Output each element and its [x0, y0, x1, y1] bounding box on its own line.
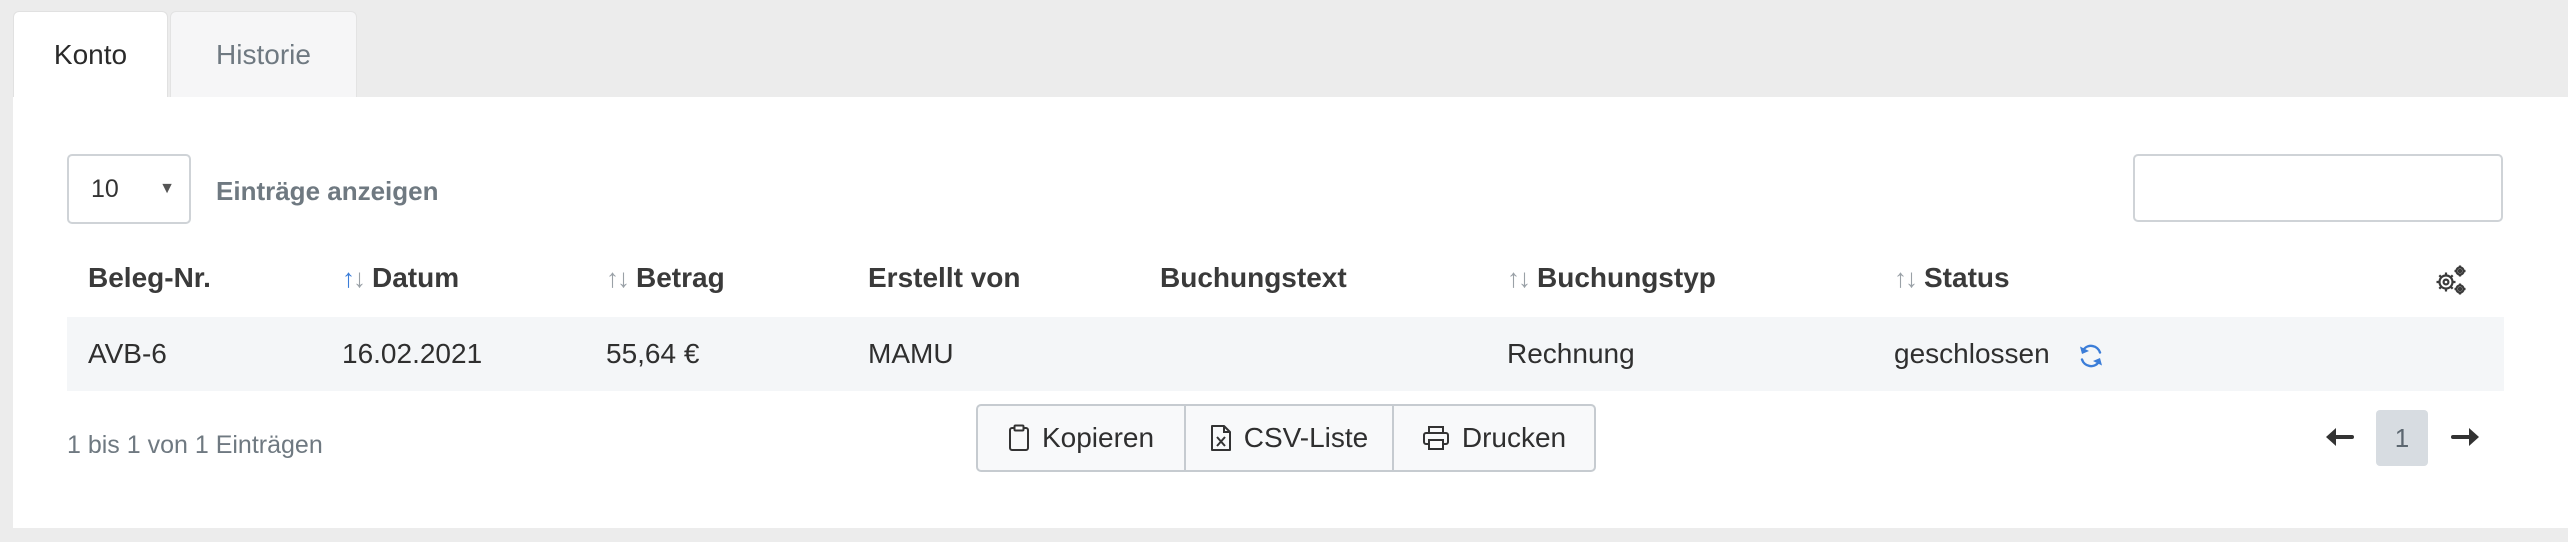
- tab-historie[interactable]: Historie: [170, 11, 357, 98]
- column-header-datum-label: Datum: [372, 262, 460, 293]
- column-header-buchungstyp-label: Buchungstyp: [1537, 262, 1716, 293]
- sort-icon: ↑ ↓: [1507, 262, 1531, 293]
- entries-length-label: Einträge anzeigen: [216, 176, 439, 206]
- column-header-beleg[interactable]: Beleg-Nr.: [88, 262, 211, 294]
- printer-icon: [1422, 426, 1449, 450]
- cell-beleg: AVB-6: [88, 338, 167, 369]
- sort-icon: ↑ ↓: [606, 262, 630, 293]
- column-header-erstellt-label: Erstellt von: [868, 262, 1021, 293]
- cell-buchungstyp: Rechnung: [1507, 338, 1635, 369]
- column-header-status-label: Status: [1924, 262, 2010, 293]
- column-settings-gear-icon[interactable]: [2433, 262, 2469, 298]
- column-header-betrag-label: Betrag: [636, 262, 725, 293]
- tab-konto-label: Konto: [53, 39, 128, 70]
- pagination-page-current[interactable]: 1: [2376, 410, 2428, 466]
- pagination-prev-arrow-icon[interactable]: [2322, 420, 2356, 454]
- tab-historie-label: Historie: [216, 39, 311, 70]
- entries-length-select[interactable]: 10 ▼: [67, 154, 191, 224]
- entries-length-value: 10: [91, 174, 119, 203]
- cell-datum: 16.02.2021: [342, 338, 483, 369]
- column-header-buchungstext[interactable]: Buchungstext: [1160, 262, 1347, 294]
- sort-icon: ↑ ↓: [1894, 262, 1918, 293]
- column-header-datum[interactable]: ↑ ↓ Datum: [342, 262, 459, 294]
- cell-erstellt: MAMU: [868, 338, 954, 369]
- column-header-betrag[interactable]: ↑ ↓ Betrag: [606, 262, 725, 294]
- clipboard-icon: [1008, 424, 1029, 451]
- sort-icon: ↑ ↓: [342, 262, 366, 293]
- cell-betrag: 55,64 €: [606, 338, 700, 369]
- print-button-label: Drucken: [1461, 422, 1567, 453]
- cell-status: geschlossen: [1894, 338, 2050, 369]
- search-input[interactable]: [2133, 154, 2503, 222]
- print-button[interactable]: Drucken: [1392, 406, 1594, 470]
- tab-konto[interactable]: Konto: [13, 11, 168, 98]
- export-button-group: Kopieren CSV-Liste Drucken: [976, 404, 1596, 472]
- file-excel-icon: [1210, 425, 1231, 451]
- refresh-icon[interactable]: [2076, 341, 2106, 371]
- column-header-beleg-label: Beleg-Nr.: [88, 262, 211, 293]
- column-header-erstellt[interactable]: Erstellt von: [868, 262, 1020, 294]
- copy-button-label: Kopieren: [1041, 422, 1155, 453]
- column-header-buchungstext-label: Buchungstext: [1160, 262, 1347, 293]
- pagination-next-arrow-icon[interactable]: [2449, 420, 2483, 454]
- csv-button[interactable]: CSV-Liste: [1184, 406, 1392, 470]
- column-header-buchungstyp[interactable]: ↑ ↓ Buchungstyp: [1507, 262, 1716, 294]
- column-header-status[interactable]: ↑ ↓ Status: [1894, 262, 2010, 294]
- chevron-down-icon: ▼: [159, 180, 175, 197]
- csv-button-label: CSV-Liste: [1243, 422, 1369, 453]
- copy-button[interactable]: Kopieren: [978, 406, 1184, 470]
- table-info: 1 bis 1 von 1 Einträgen: [67, 431, 323, 459]
